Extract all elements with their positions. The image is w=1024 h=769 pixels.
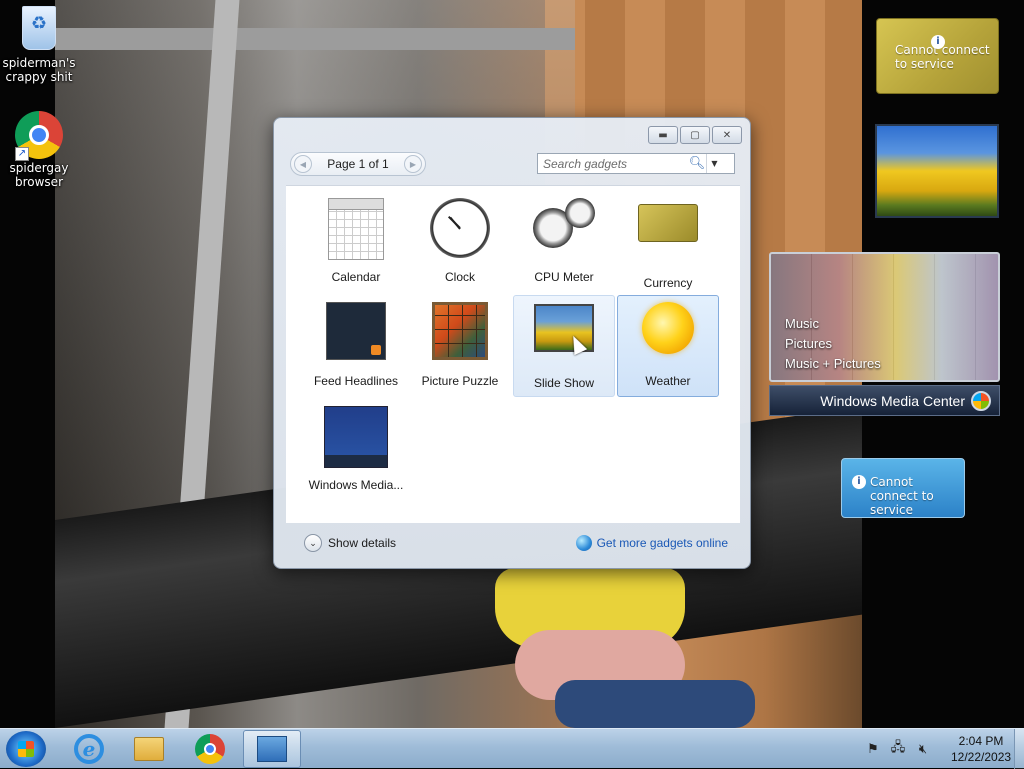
page-label: Page 1 of 1 bbox=[327, 157, 389, 171]
volume-muted-icon[interactable]: 🔇︎ bbox=[914, 740, 932, 758]
chrome-icon bbox=[195, 734, 225, 764]
desktop-gadgets-icon bbox=[257, 736, 287, 762]
currency-gadget[interactable]: i Cannot connect to service bbox=[876, 18, 999, 94]
file-explorer-icon bbox=[134, 737, 164, 761]
wmc-title: Windows Media Center bbox=[820, 392, 965, 409]
start-button[interactable] bbox=[6, 731, 46, 767]
gadget-calendar[interactable]: Calendar bbox=[305, 191, 407, 293]
gadget-cpu-meter[interactable]: CPU Meter bbox=[513, 191, 615, 293]
previous-page-button[interactable]: ◀ bbox=[294, 155, 312, 173]
wmc-menu-music[interactable]: Music bbox=[785, 314, 881, 334]
desktop: spiderman's crappy shit ↗ spidergay brow… bbox=[0, 0, 1024, 728]
gallery-footer: ⌄ Show details Get more gadgets online bbox=[286, 526, 740, 560]
clock-date: 12/22/2023 bbox=[951, 750, 1012, 764]
calendar-icon bbox=[328, 198, 384, 260]
shortcut-arrow-icon: ↗ bbox=[15, 147, 29, 161]
gadget-clock[interactable]: Clock bbox=[409, 191, 511, 293]
gadget-currency[interactable]: Currency bbox=[617, 191, 719, 293]
gadget-slide-show[interactable]: Slide Show bbox=[513, 295, 615, 397]
page-navigator: ◀ Page 1 of 1 ▶ bbox=[290, 152, 426, 176]
desktop-icon-label: spidergay browser bbox=[9, 161, 69, 189]
internet-explorer-icon: e bbox=[74, 734, 104, 764]
recycle-bin-icon bbox=[22, 6, 56, 50]
windows-media-center-icon bbox=[324, 406, 388, 468]
info-icon: i bbox=[852, 475, 866, 489]
windows-media-center-gadget[interactable]: Music Pictures Music + Pictures Windows … bbox=[769, 252, 1000, 416]
gadget-name: CPU Meter bbox=[534, 270, 594, 284]
wmc-menu-music-pictures[interactable]: Music + Pictures bbox=[785, 354, 881, 374]
desktop-icon-label: spiderman's crappy shit bbox=[2, 56, 76, 84]
get-more-gadgets-label: Get more gadgets online bbox=[596, 536, 728, 550]
windows-logo-icon bbox=[971, 390, 991, 411]
search-icon[interactable]: 🔍︎ bbox=[688, 154, 706, 173]
gadget-picture-puzzle[interactable]: Picture Puzzle bbox=[409, 295, 511, 397]
chevron-down-icon: ⌄ bbox=[304, 534, 322, 552]
globe-icon bbox=[575, 535, 592, 551]
weather-gadget[interactable]: i Cannot connect to service bbox=[841, 458, 965, 518]
cpu-meter-icon bbox=[533, 198, 595, 250]
slide-show-gadget[interactable] bbox=[875, 124, 999, 218]
wmc-title-bar[interactable]: Windows Media Center bbox=[769, 385, 1000, 416]
wmc-menu: Music Pictures Music + Pictures bbox=[785, 314, 881, 374]
gadget-name: Currency bbox=[643, 276, 693, 290]
gadget-weather[interactable]: Weather bbox=[617, 295, 719, 397]
gadget-name: Windows Media... bbox=[308, 478, 404, 492]
taskbar: e ⚑ 🖧 🔇︎ 2:04 PM 12/22/2023 bbox=[0, 728, 1024, 769]
taskbar-clock[interactable]: 2:04 PM 12/22/2023 bbox=[951, 733, 1011, 765]
info-icon: i bbox=[931, 35, 945, 49]
show-details-label: Show details bbox=[328, 536, 397, 550]
show-desktop-button[interactable] bbox=[1014, 729, 1024, 769]
clock-icon bbox=[430, 198, 490, 258]
system-tray: ⚑ 🖧 🔇︎ 2:04 PM 12/22/2023 bbox=[864, 729, 1024, 769]
maximize-button[interactable]: ▢ bbox=[680, 126, 710, 144]
gadget-name: Slide Show bbox=[533, 376, 595, 390]
action-center-flag-icon[interactable]: ⚑ bbox=[864, 740, 882, 758]
gadgets-gallery-window: ▬ ▢ ✕ ◀ Page 1 of 1 ▶ 🔍︎ ▼ Calendar Cloc… bbox=[273, 117, 751, 569]
desktop-icon-recycle-bin[interactable]: spiderman's crappy shit bbox=[1, 6, 77, 84]
taskbar-internet-explorer[interactable]: e bbox=[60, 730, 118, 768]
currency-gadget-status: Cannot connect to service bbox=[895, 43, 990, 71]
taskbar-chrome[interactable] bbox=[181, 730, 239, 768]
gadget-name: Calendar bbox=[331, 270, 381, 284]
currency-icon bbox=[638, 204, 698, 242]
picture-puzzle-icon bbox=[432, 302, 488, 360]
gadget-gallery: Calendar Clock CPU Meter Currency Feed H… bbox=[286, 185, 740, 523]
get-more-gadgets-link[interactable]: Get more gadgets online bbox=[575, 535, 728, 551]
show-details-toggle[interactable]: ⌄ Show details bbox=[304, 534, 396, 552]
wmc-menu-pictures[interactable]: Pictures bbox=[785, 334, 881, 354]
gadget-name: Feed Headlines bbox=[313, 374, 399, 388]
window-controls: ▬ ▢ ✕ bbox=[648, 126, 742, 144]
weather-gadget-status: Cannot connect to service bbox=[870, 475, 934, 517]
gadget-windows-media-center[interactable]: Windows Media... bbox=[305, 399, 407, 501]
feed-headlines-icon bbox=[326, 302, 386, 360]
search-gadgets-box: 🔍︎ ▼ bbox=[537, 153, 735, 174]
minimize-button[interactable]: ▬ bbox=[648, 126, 678, 144]
gadget-name: Picture Puzzle bbox=[421, 374, 499, 388]
desktop-icon-chrome[interactable]: ↗ spidergay browser bbox=[1, 111, 77, 189]
gadget-feed-headlines[interactable]: Feed Headlines bbox=[305, 295, 407, 397]
search-dropdown-button[interactable]: ▼ bbox=[706, 154, 722, 173]
windows-logo-icon bbox=[18, 741, 34, 757]
gadget-name: Clock bbox=[444, 270, 475, 284]
network-icon[interactable]: 🖧 bbox=[889, 740, 907, 758]
close-button[interactable]: ✕ bbox=[712, 126, 742, 144]
search-gadgets-input[interactable] bbox=[538, 156, 688, 171]
weather-icon bbox=[642, 302, 694, 354]
clock-time: 2:04 PM bbox=[958, 734, 1004, 748]
taskbar-file-explorer[interactable] bbox=[120, 730, 178, 768]
gadget-name: Weather bbox=[645, 374, 691, 388]
taskbar-desktop-gadgets[interactable] bbox=[243, 730, 301, 768]
next-page-button[interactable]: ▶ bbox=[403, 155, 422, 173]
